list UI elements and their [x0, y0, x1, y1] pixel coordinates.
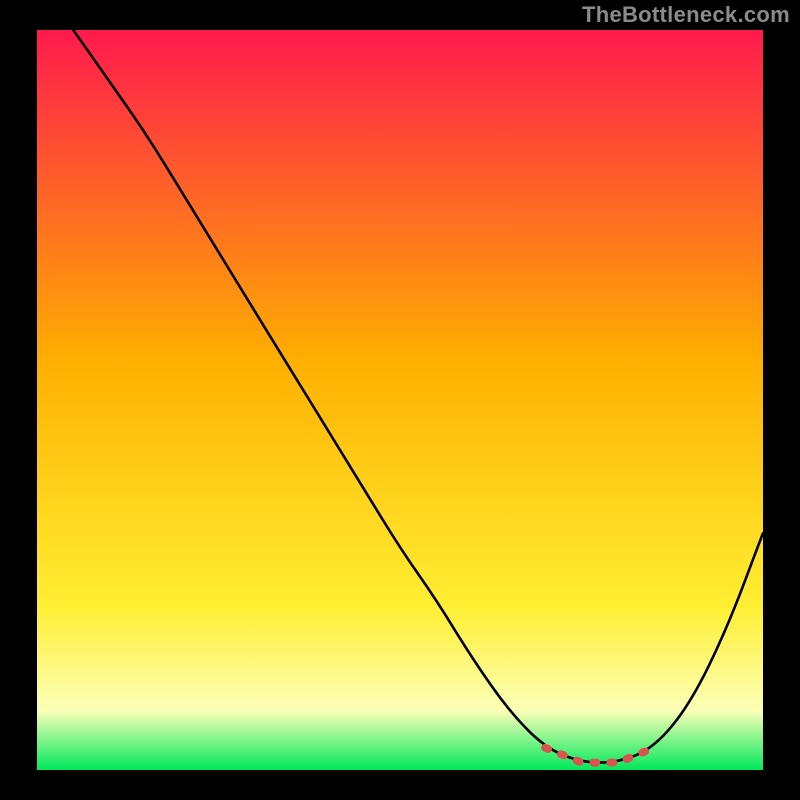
chart-container: TheBottleneck.com — [0, 0, 800, 800]
plot-background — [37, 30, 763, 770]
chart-svg — [0, 0, 800, 800]
watermark-text: TheBottleneck.com — [582, 2, 790, 28]
